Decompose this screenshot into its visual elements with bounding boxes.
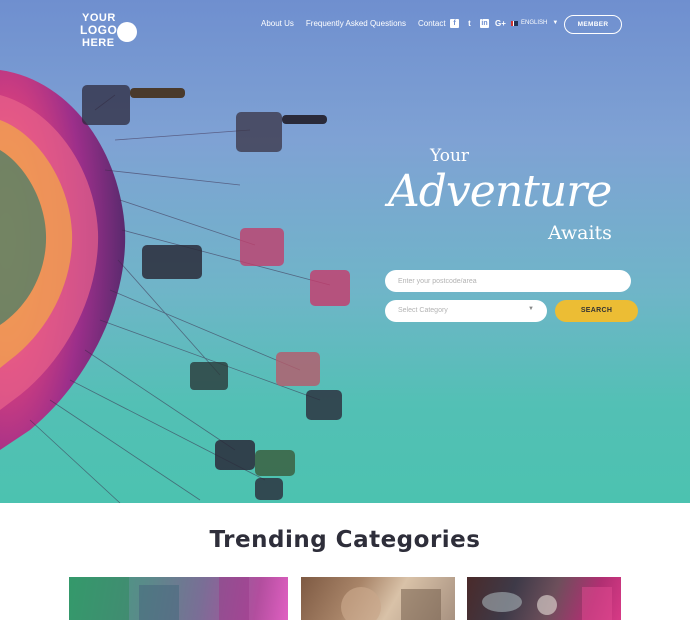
- language-selector[interactable]: ENGLISH ▼: [511, 20, 558, 26]
- category-card-3[interactable]: [467, 577, 621, 620]
- member-button[interactable]: MEMBER: [564, 15, 622, 34]
- logo-text-line2: LOGO: [80, 23, 118, 37]
- twitter-icon[interactable]: t: [465, 19, 474, 28]
- tagline-top: Your: [430, 146, 470, 166]
- chevron-down-icon: ▼: [552, 20, 559, 26]
- search-button[interactable]: SEARCH: [555, 300, 638, 322]
- linkedin-icon[interactable]: in: [480, 19, 489, 28]
- uk-flag-icon: [511, 20, 518, 26]
- postcode-input[interactable]: [385, 270, 631, 292]
- category-select-value: Select Category: [398, 307, 448, 314]
- category-card-2[interactable]: [301, 577, 455, 620]
- main-nav: About Us Frequently Asked Questions Cont…: [261, 19, 458, 28]
- category-image-2: [341, 587, 441, 620]
- chevron-down-icon: ▼: [528, 306, 534, 312]
- facebook-icon[interactable]: f: [450, 19, 459, 28]
- swing-ride-image: [0, 70, 350, 503]
- logo-circle-icon: [117, 22, 137, 42]
- nav-faq[interactable]: Frequently Asked Questions: [306, 19, 406, 28]
- nav-contact[interactable]: Contact: [418, 19, 446, 28]
- tagline-bottom: Awaits: [548, 222, 612, 244]
- category-card-1[interactable]: [69, 577, 288, 620]
- tagline-main: Adventure: [388, 166, 612, 217]
- social-links: f t in G+: [450, 19, 506, 28]
- site-logo[interactable]: YOUR LOGO HERE: [80, 11, 142, 51]
- nav-about-us[interactable]: About Us: [261, 19, 294, 28]
- category-image-3: [482, 587, 612, 620]
- hero-banner: YOUR LOGO HERE About Us Frequently Asked…: [0, 0, 690, 503]
- google-plus-icon[interactable]: G+: [495, 19, 506, 28]
- trending-title: Trending Categories: [209, 527, 481, 553]
- language-label: ENGLISH: [521, 20, 548, 26]
- category-image-1: [69, 577, 249, 620]
- category-select[interactable]: Select Category ▼: [385, 300, 547, 322]
- logo-text-line3: HERE: [82, 37, 115, 49]
